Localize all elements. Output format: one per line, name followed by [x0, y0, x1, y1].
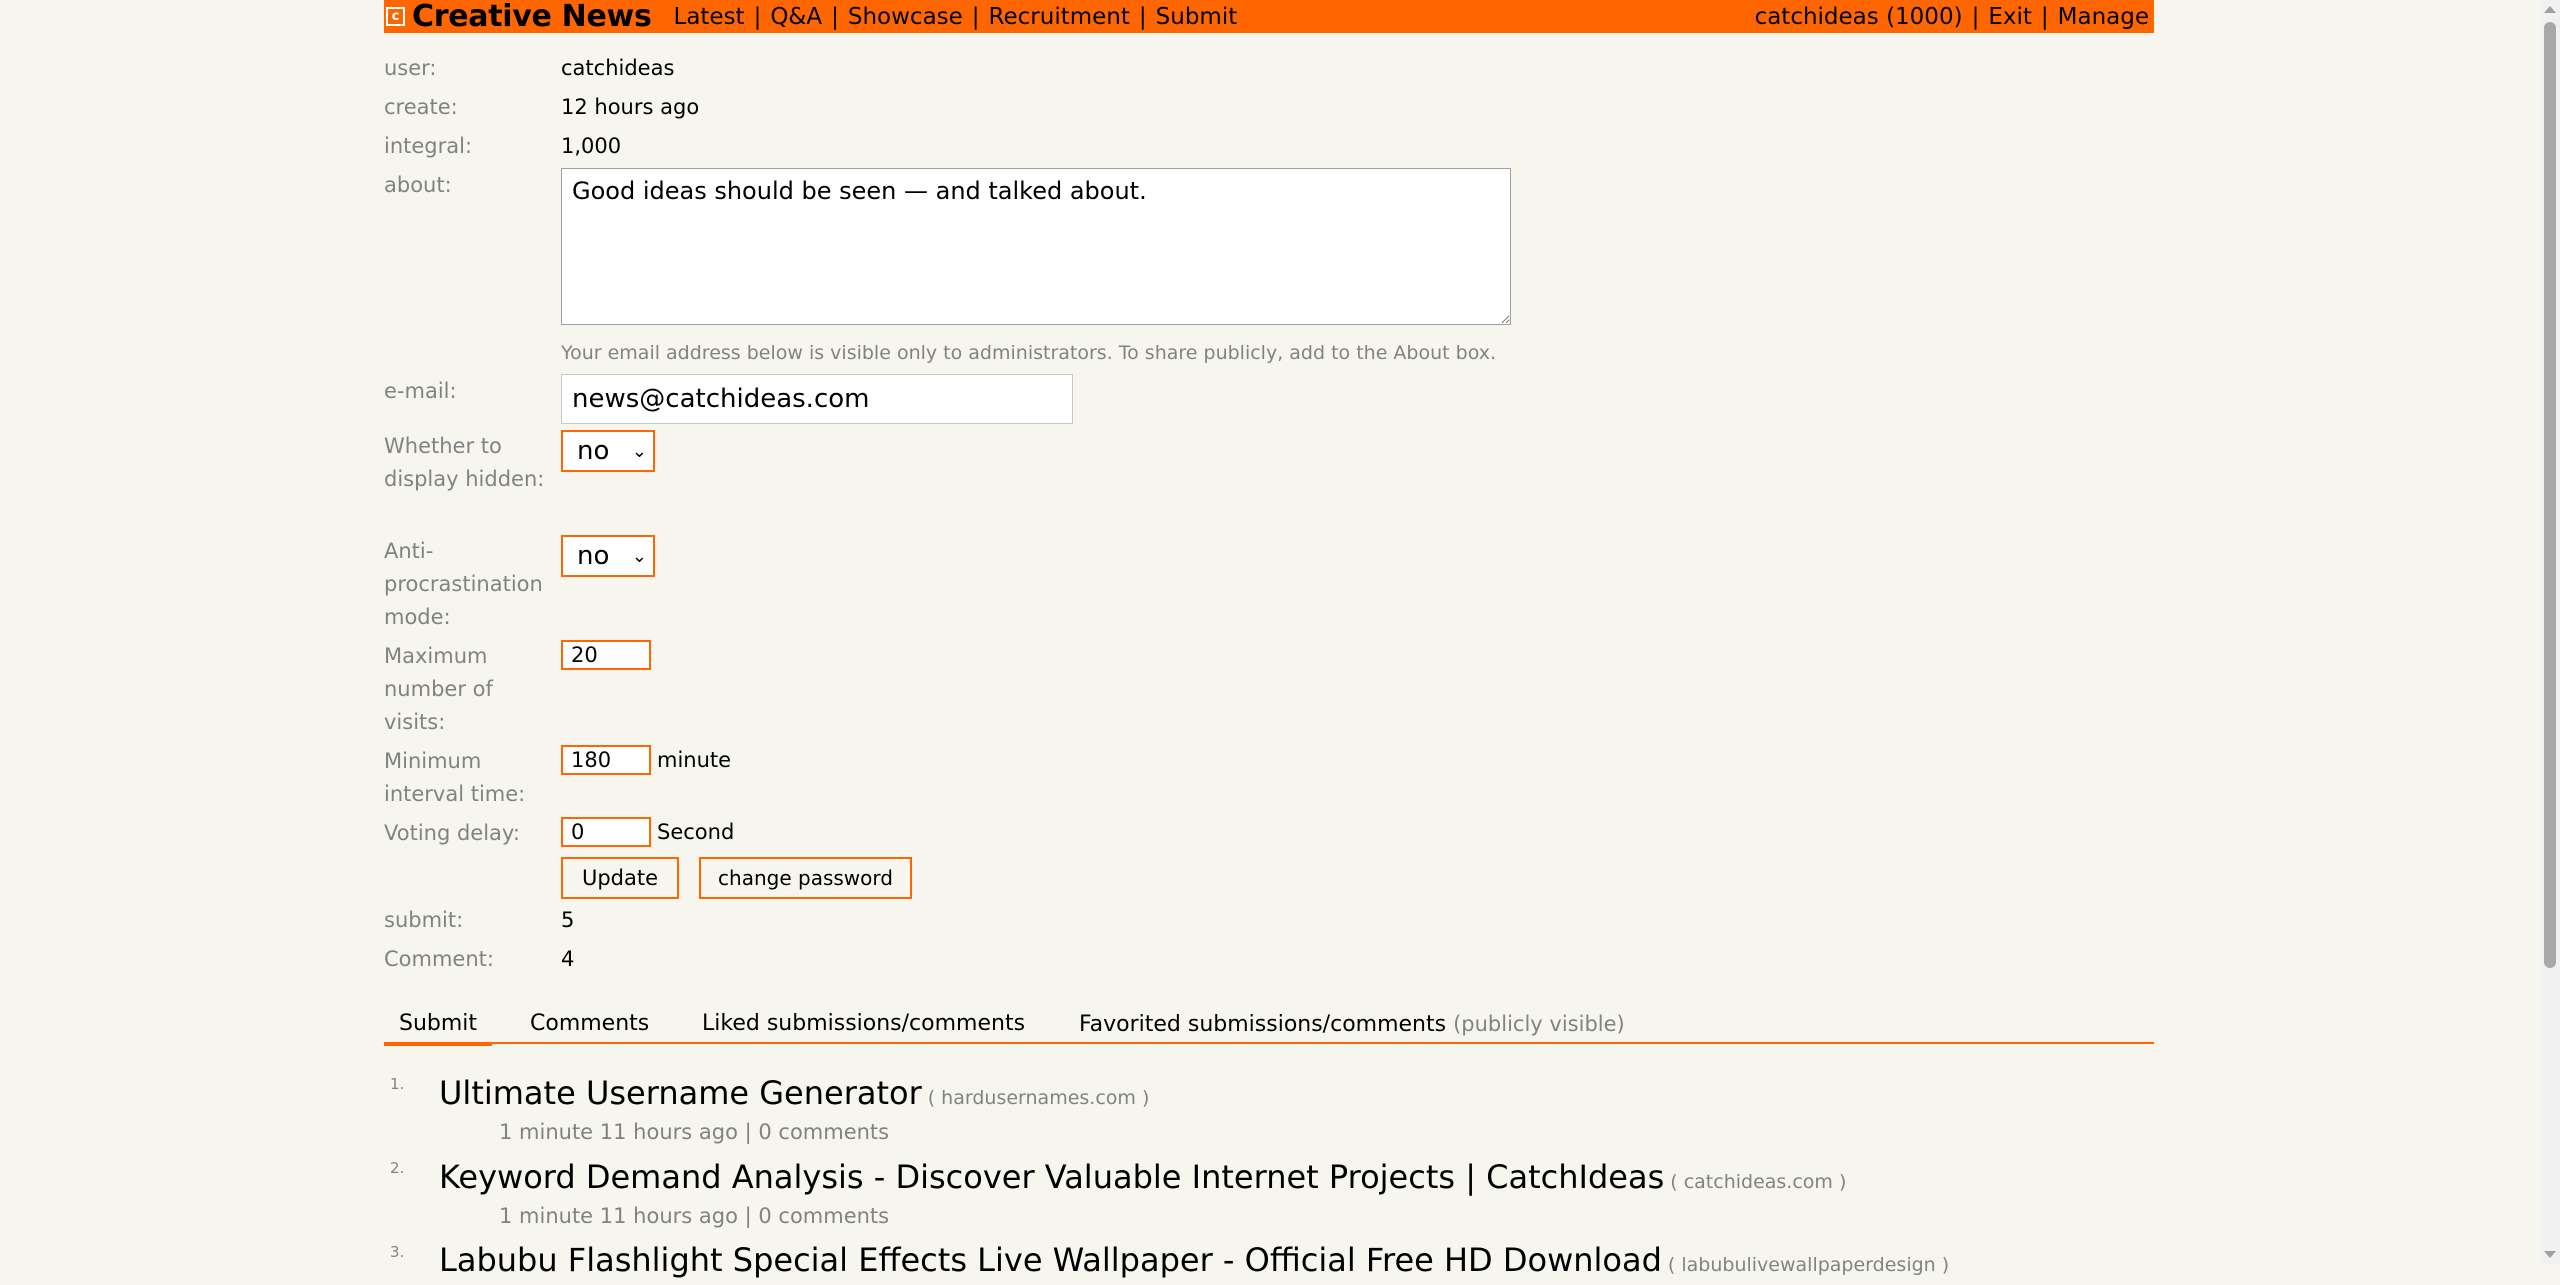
chevron-down-icon: ⌄ [631, 546, 647, 567]
integral-value: 1,000 [561, 134, 622, 158]
email-visibility-note: Your email address below is visible only… [561, 342, 1497, 364]
scroll-up-icon[interactable] [2544, 6, 2556, 13]
comment-count-value: 4 [561, 947, 575, 971]
tab-liked[interactable]: Liked submissions/comments [702, 1006, 1025, 1042]
about-label: about: [384, 173, 452, 197]
nav-separator: | [1138, 3, 1147, 30]
user-value: catchideas [561, 56, 675, 80]
item-rank: 3. [390, 1243, 405, 1261]
show-hidden-value: no [577, 436, 610, 466]
minaway-input[interactable] [561, 745, 651, 775]
about-textarea[interactable]: Good ideas should be seen — and talked a… [561, 168, 1511, 325]
tab-favorited[interactable]: Favorited submissions/comments (publicly… [1079, 1006, 1625, 1043]
submit-count-value: 5 [561, 908, 575, 932]
comment-count-label: Comment: [384, 947, 494, 971]
nav-separator: | [753, 3, 762, 30]
create-label: create: [384, 95, 458, 119]
update-button[interactable]: Update [561, 857, 679, 899]
nav-submit[interactable]: Submit [1156, 4, 1238, 30]
email-field[interactable] [561, 374, 1073, 424]
nav-latest[interactable]: Latest [674, 4, 745, 30]
item-site[interactable]: ( labubulivewallpaperdesign ) [1668, 1254, 1949, 1276]
tab-favorited-label: Favorited submissions/comments [1079, 1012, 1447, 1037]
noprocrast-label: Anti-procrastination mode: [384, 539, 543, 629]
create-value: 12 hours ago [561, 95, 700, 119]
main-nav: Latest | Q&A | Showcase | Recruitment | … [674, 4, 1238, 30]
scroll-down-icon[interactable] [2544, 1251, 2556, 1258]
nav-showcase[interactable]: Showcase [848, 4, 963, 30]
profile-tabs: Submit Comments Liked submissions/commen… [384, 1006, 2154, 1046]
nav-separator: | [2040, 3, 2049, 30]
nav-qa[interactable]: Q&A [770, 4, 822, 30]
top-bar: c Creative News Latest | Q&A | Showcase … [384, 0, 2154, 34]
user-label: user: [384, 56, 437, 80]
scrollbar-thumb[interactable] [2544, 22, 2556, 968]
tab-favorited-note: (publicly visible) [1453, 1012, 1625, 1036]
site-logo-icon[interactable]: c [386, 7, 405, 26]
chevron-down-icon: ⌄ [631, 441, 647, 462]
maxvisit-label: Maximum number of visits: [384, 644, 493, 734]
tab-comments[interactable]: Comments [530, 1006, 649, 1042]
item-title-text[interactable]: Keyword Demand Analysis - Discover Valua… [439, 1158, 1664, 1196]
item-title[interactable]: Ultimate Username Generator ( hardusernam… [439, 1073, 1149, 1118]
submit-count-label: submit: [384, 908, 464, 932]
delay-label: Voting delay: [384, 821, 520, 845]
integral-label: integral: [384, 134, 473, 158]
show-hidden-select[interactable]: no ⌄ [561, 430, 655, 472]
item-title-text[interactable]: Ultimate Username Generator [439, 1074, 922, 1112]
delay-unit: Second [657, 820, 735, 844]
item-site[interactable]: ( catchideas.com ) [1670, 1171, 1846, 1193]
page-scrollbar[interactable] [2540, 0, 2560, 1264]
nav-separator: | [831, 3, 839, 30]
item-rank: 1. [390, 1075, 405, 1093]
manage-link[interactable]: Manage [2058, 4, 2149, 30]
user-profile-link[interactable]: catchideas (1000) [1755, 4, 1963, 30]
item-rank: 2. [390, 1159, 405, 1177]
exit-link[interactable]: Exit [1988, 4, 2032, 30]
item-meta[interactable]: 1 minute 11 hours ago | 0 comments [499, 1201, 889, 1231]
nav-separator: | [971, 3, 980, 30]
noprocrast-select[interactable]: no ⌄ [561, 535, 655, 577]
site-title[interactable]: Creative News [412, 0, 652, 34]
minaway-unit: minute [657, 748, 732, 772]
noprocrast-value: no [577, 541, 610, 571]
nav-recruitment[interactable]: Recruitment [989, 4, 1130, 30]
change-password-button[interactable]: change password [699, 857, 912, 899]
email-label: e-mail: [384, 379, 457, 403]
tab-submit[interactable]: Submit [384, 1006, 493, 1046]
item-title[interactable]: Keyword Demand Analysis - Discover Valua… [439, 1157, 1846, 1202]
nav-separator: | [1971, 3, 1980, 30]
item-meta[interactable]: 1 minute 11 hours ago | 0 comments [499, 1117, 889, 1147]
user-nav: catchideas (1000) | Exit | Manage [1755, 0, 2149, 33]
item-site[interactable]: ( hardusernames.com ) [928, 1087, 1150, 1109]
show-hidden-label: Whether to display hidden: [384, 434, 545, 491]
item-title-text[interactable]: Labubu Flashlight Special Effects Live W… [439, 1241, 1662, 1279]
item-title[interactable]: Labubu Flashlight Special Effects Live W… [439, 1240, 1949, 1285]
delay-input[interactable] [561, 817, 651, 847]
minaway-label: Minimum interval time: [384, 749, 526, 806]
maxvisit-input[interactable] [561, 640, 651, 670]
